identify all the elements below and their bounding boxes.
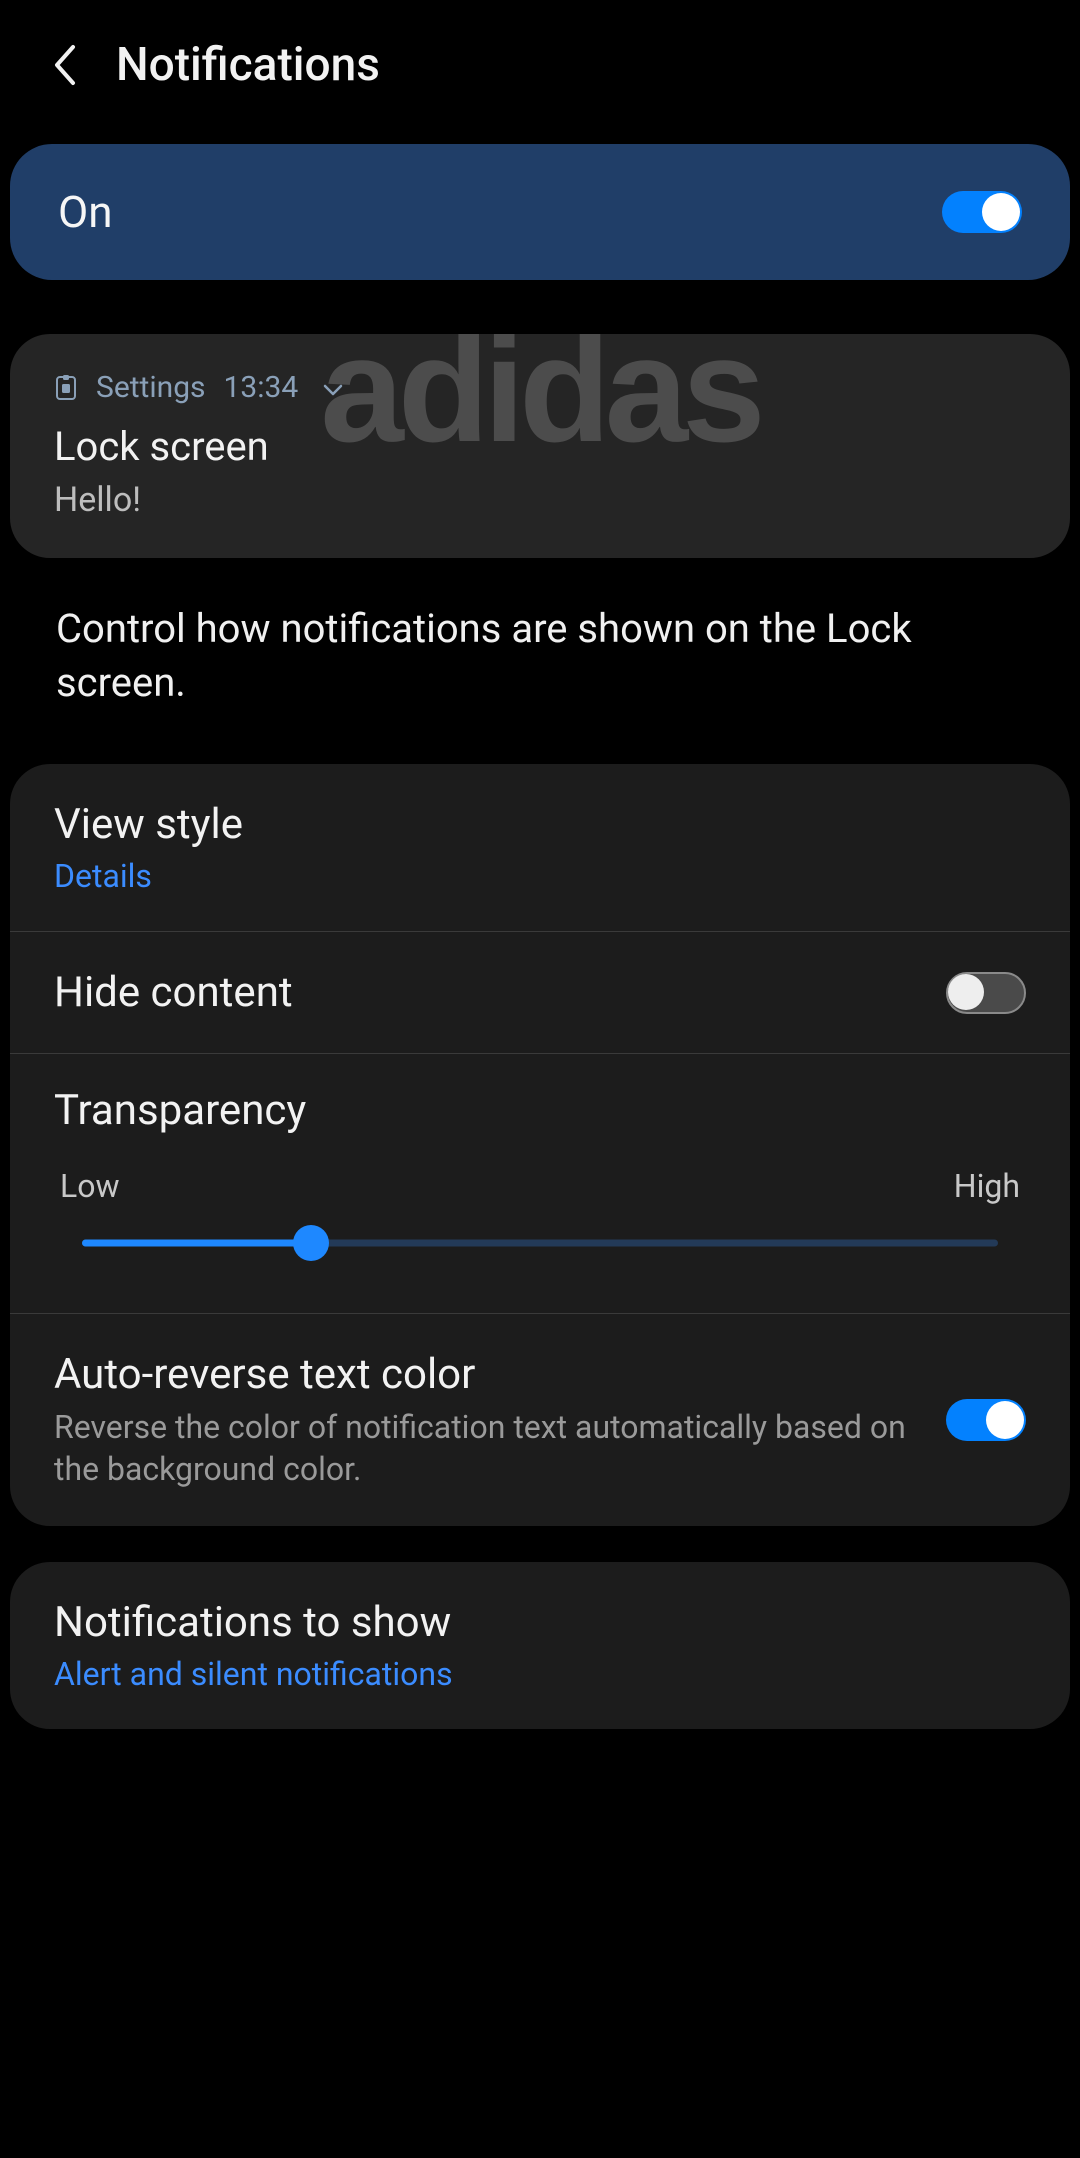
settings-group-2: Notifications to show Alert and silent n… xyxy=(10,1562,1070,1729)
chevron-down-icon[interactable] xyxy=(322,370,344,405)
section-description: Control how notifications are shown on t… xyxy=(0,558,1080,742)
master-toggle-label: On xyxy=(58,186,113,238)
preview-time: 13:34 xyxy=(224,370,299,405)
auto-reverse-desc: Reverse the color of notification text a… xyxy=(54,1407,926,1490)
transparency-low-label: Low xyxy=(60,1167,120,1205)
auto-reverse-title: Auto-reverse text color xyxy=(54,1350,926,1399)
transparency-slider[interactable] xyxy=(82,1223,998,1263)
back-icon[interactable] xyxy=(50,50,80,80)
transparency-title: Transparency xyxy=(54,1086,1026,1135)
notifications-to-show-title: Notifications to show xyxy=(54,1598,1026,1647)
hide-content-row[interactable]: Hide content xyxy=(10,931,1070,1053)
hide-content-toggle[interactable] xyxy=(946,972,1026,1014)
notifications-to-show-value: Alert and silent notifications xyxy=(54,1655,1026,1693)
preview-body: Hello! xyxy=(54,480,1026,520)
page-title: Notifications xyxy=(116,38,380,92)
view-style-row[interactable]: View style Details xyxy=(10,764,1070,931)
settings-app-icon xyxy=(54,376,78,400)
auto-reverse-row[interactable]: Auto-reverse text color Reverse the colo… xyxy=(10,1313,1070,1526)
view-style-value: Details xyxy=(54,857,1026,895)
app-header: Notifications xyxy=(0,0,1080,132)
transparency-high-label: High xyxy=(954,1167,1020,1205)
view-style-title: View style xyxy=(54,800,1026,849)
hide-content-title: Hide content xyxy=(54,968,926,1017)
notification-preview[interactable]: adidas Settings 13:34 Lock screen Hello! xyxy=(10,334,1070,558)
preview-title: Lock screen xyxy=(54,423,1026,470)
master-toggle-row[interactable]: On xyxy=(10,144,1070,280)
settings-group: View style Details Hide content Transpar… xyxy=(10,764,1070,1526)
master-toggle[interactable] xyxy=(942,191,1022,233)
preview-app-name: Settings xyxy=(96,370,206,405)
notifications-to-show-row[interactable]: Notifications to show Alert and silent n… xyxy=(10,1562,1070,1729)
transparency-row: Transparency Low High xyxy=(10,1053,1070,1313)
auto-reverse-toggle[interactable] xyxy=(946,1399,1026,1441)
